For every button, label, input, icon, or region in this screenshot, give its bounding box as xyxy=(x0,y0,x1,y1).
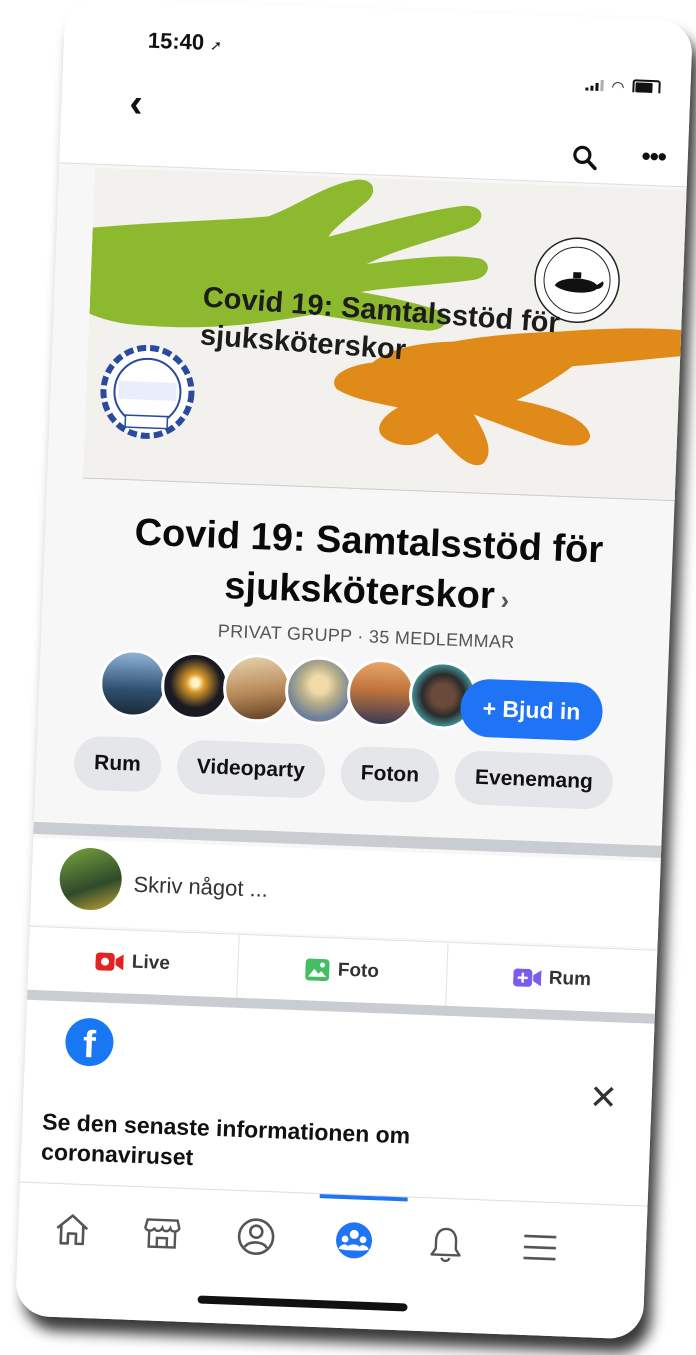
groups-icon[interactable] xyxy=(325,1216,383,1264)
location-arrow-icon: ➚ xyxy=(209,37,223,54)
composer-input[interactable]: Skriv något ... xyxy=(133,872,268,903)
live-label: Live xyxy=(131,951,171,975)
photo-label: Foto xyxy=(337,959,380,983)
more-options-icon[interactable]: ••• xyxy=(641,141,666,173)
marketplace-icon[interactable] xyxy=(133,1209,191,1257)
covid-info-text: Se den senaste informationen om coronavi… xyxy=(40,1108,411,1171)
group-tabs: Rum Videoparty Foton Evenemang xyxy=(73,735,614,810)
chip-evenemang[interactable]: Evenemang xyxy=(453,749,614,810)
group-title-text: Covid 19: Samtalsstöd för sjuksköterskor xyxy=(133,511,604,618)
member-avatar[interactable] xyxy=(345,657,417,729)
search-icon[interactable] xyxy=(571,144,598,171)
active-tab-indicator xyxy=(319,1194,408,1202)
user-avatar xyxy=(58,846,123,912)
facebook-logo-icon: f xyxy=(64,1017,115,1068)
cover-photo[interactable]: Covid 19: Samtalsstöd för sjuksköterskor xyxy=(83,167,694,502)
home-icon[interactable] xyxy=(43,1206,101,1254)
association-seal-logo xyxy=(100,344,195,439)
menu-icon[interactable] xyxy=(511,1224,569,1272)
group-title[interactable]: Covid 19: Samtalsstöd för sjuksköterskor… xyxy=(126,507,610,628)
bottom-tab-bar xyxy=(14,1181,648,1340)
member-avatars[interactable] xyxy=(97,648,479,731)
photo-icon xyxy=(305,958,331,982)
time-text: 15:40 xyxy=(147,27,205,55)
member-avatar[interactable] xyxy=(221,653,293,724)
member-avatar[interactable] xyxy=(159,650,231,722)
phone-screen: 15:40 ➚ ◠ ‹ ••• Covid 19: Samtalsstöd fö… xyxy=(14,0,694,1340)
close-icon[interactable]: ✕ xyxy=(588,1077,618,1118)
invite-button[interactable]: + Bjud in xyxy=(459,678,604,742)
back-button[interactable]: ‹ xyxy=(129,81,144,126)
chip-foton[interactable]: Foton xyxy=(339,745,441,804)
room-button[interactable]: Rum xyxy=(446,943,657,1015)
home-indicator xyxy=(197,1295,408,1312)
live-video-icon xyxy=(95,952,125,971)
profile-icon[interactable] xyxy=(227,1213,285,1261)
chevron-right-icon: › xyxy=(500,584,510,615)
member-avatar[interactable] xyxy=(97,648,169,719)
status-time: 15:40 ➚ xyxy=(147,28,222,57)
notifications-icon[interactable] xyxy=(417,1220,475,1268)
live-button[interactable]: Live xyxy=(27,926,240,999)
chip-rum[interactable]: Rum xyxy=(73,735,162,793)
room-label: Rum xyxy=(548,967,592,991)
stage: 15:40 ➚ ◠ ‹ ••• Covid 19: Samtalsstöd fö… xyxy=(0,0,696,1355)
chip-videoparty[interactable]: Videoparty xyxy=(175,739,326,799)
photo-button[interactable]: Foto xyxy=(236,934,449,1007)
member-avatar[interactable] xyxy=(283,655,355,726)
room-video-icon xyxy=(512,968,542,987)
